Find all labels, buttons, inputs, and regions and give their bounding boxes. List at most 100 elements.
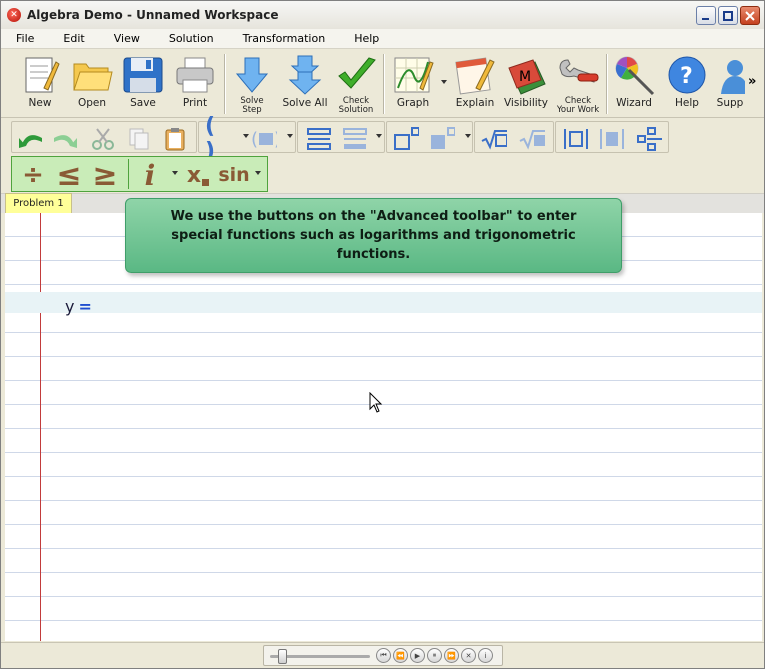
equation-lhs: y bbox=[65, 297, 75, 316]
undo-button[interactable] bbox=[18, 126, 44, 152]
fraction-dropdown-icon[interactable] bbox=[376, 134, 382, 138]
explain-notepad-icon bbox=[455, 57, 495, 95]
divide-button[interactable]: ÷ bbox=[20, 159, 46, 191]
skip-start-button[interactable]: ⏮ bbox=[376, 648, 391, 663]
paste-button[interactable] bbox=[162, 126, 188, 152]
graph-dropdown-icon[interactable] bbox=[441, 80, 447, 84]
margin-line bbox=[40, 213, 41, 641]
undo-icon bbox=[19, 135, 42, 148]
window-title: Algebra Demo - Unnamed Workspace bbox=[27, 8, 279, 22]
absolute-value-filled-button[interactable] bbox=[598, 126, 624, 152]
print-button[interactable]: Print bbox=[171, 53, 219, 115]
greater-equal-button[interactable]: ≥ bbox=[92, 157, 118, 193]
pause-button[interactable]: ⏸ bbox=[427, 648, 442, 663]
fraction-button[interactable] bbox=[306, 126, 332, 152]
info-playback-button[interactable]: i bbox=[478, 648, 493, 663]
menu-file[interactable]: File bbox=[1, 32, 48, 45]
subscript-power-button[interactable] bbox=[429, 126, 455, 152]
root-group bbox=[474, 121, 554, 153]
solve-all-button[interactable]: Solve All bbox=[281, 53, 329, 115]
tab-problem-1[interactable]: Problem 1 bbox=[5, 193, 72, 214]
graph-label: Graph bbox=[396, 97, 430, 109]
bracket-dropdown-icon[interactable] bbox=[287, 134, 293, 138]
wizard-wand-icon bbox=[615, 56, 655, 96]
menu-view[interactable]: View bbox=[99, 32, 154, 45]
playback-bar: ⏮ ⏪ ▶ ⏸ ⏩ ✕ i bbox=[1, 642, 764, 668]
save-button[interactable]: Save bbox=[119, 53, 167, 115]
advanced-toolbar-tooltip: We use the buttons on the "Advanced tool… bbox=[125, 198, 622, 273]
menu-solution[interactable]: Solution bbox=[154, 32, 228, 45]
maximize-button[interactable] bbox=[718, 6, 738, 25]
info-dropdown-icon[interactable] bbox=[172, 171, 178, 175]
save-label: Save bbox=[130, 97, 156, 109]
power-group bbox=[386, 121, 473, 153]
wizard-label: Wizard bbox=[616, 97, 652, 109]
solve-step-label: Solve Step bbox=[240, 96, 264, 115]
check-solution-label: Check Solution bbox=[338, 96, 374, 115]
bracket-box-button[interactable]: () bbox=[251, 126, 277, 152]
less-equal-button[interactable]: ≤ bbox=[56, 158, 82, 193]
notebook-paper[interactable]: y = bbox=[5, 213, 762, 641]
info-button[interactable]: i bbox=[138, 158, 162, 192]
parentheses-button[interactable]: ( ) bbox=[205, 114, 231, 164]
close-button[interactable] bbox=[740, 6, 760, 25]
rewind-button[interactable]: ⏪ bbox=[393, 648, 408, 663]
wizard-button[interactable]: Wizard bbox=[611, 53, 657, 115]
visibility-button[interactable]: M Visibility bbox=[503, 53, 549, 115]
subscript-icon: x bbox=[186, 162, 202, 188]
open-button[interactable]: Open bbox=[67, 53, 117, 115]
support-button[interactable]: Supp bbox=[713, 53, 747, 115]
greater-equal-icon: ≥ bbox=[92, 157, 118, 193]
scissors-icon bbox=[92, 128, 114, 150]
solve-all-label: Solve All bbox=[282, 97, 328, 109]
explain-button[interactable]: Explain bbox=[452, 53, 498, 115]
subscript-button[interactable]: x bbox=[184, 159, 212, 191]
play-button[interactable]: ▶ bbox=[410, 648, 425, 663]
sin-icon: sin bbox=[218, 164, 250, 186]
redo-button[interactable] bbox=[52, 126, 78, 152]
parentheses-dropdown-icon[interactable] bbox=[243, 134, 249, 138]
playback-controls: ⏮ ⏪ ▶ ⏸ ⏩ ✕ i bbox=[263, 645, 503, 666]
main-toolbar: New Open Save Print Solve Step Solve All… bbox=[1, 50, 764, 118]
menu-transformation[interactable]: Transformation bbox=[228, 32, 340, 45]
nth-root-button[interactable] bbox=[519, 126, 545, 152]
menu-help[interactable]: Help bbox=[339, 32, 393, 45]
info-icon: i bbox=[144, 158, 156, 192]
checkmark-icon bbox=[338, 57, 376, 89]
matrix-button[interactable] bbox=[636, 126, 662, 152]
power-icon bbox=[394, 127, 419, 150]
toolbar-overflow-icon[interactable]: » bbox=[748, 74, 756, 89]
stop-button[interactable]: ✕ bbox=[461, 648, 476, 663]
power-button[interactable] bbox=[393, 126, 419, 152]
sin-dropdown-icon[interactable] bbox=[255, 171, 261, 175]
app-logo-icon: ✕ bbox=[7, 8, 21, 22]
power-dropdown-icon[interactable] bbox=[465, 134, 471, 138]
rewind-icon: ⏪ bbox=[396, 651, 405, 660]
fast-forward-button[interactable]: ⏩ bbox=[444, 648, 459, 663]
minimize-button[interactable] bbox=[696, 6, 716, 25]
solve-step-button[interactable]: Solve Step bbox=[230, 53, 274, 115]
mixed-fraction-button[interactable] bbox=[342, 126, 368, 152]
sqrt-button[interactable] bbox=[481, 126, 507, 152]
check-solution-button[interactable]: Check Solution bbox=[333, 53, 379, 115]
skip-start-icon: ⏮ bbox=[380, 651, 387, 659]
help-button[interactable]: ? Help bbox=[664, 53, 710, 115]
absolute-value-button[interactable] bbox=[562, 126, 588, 152]
bracket-box-icon: () bbox=[251, 129, 277, 150]
sin-button[interactable]: sin bbox=[218, 159, 250, 191]
graph-button[interactable]: Graph bbox=[389, 53, 437, 115]
new-button[interactable]: New bbox=[17, 53, 63, 115]
equation-line[interactable]: y = bbox=[65, 297, 92, 316]
svg-text:M: M bbox=[519, 69, 531, 85]
advanced-toolbar: ÷ ≤ ≥ i x sin bbox=[11, 156, 268, 193]
cut-button[interactable] bbox=[90, 126, 116, 152]
support-person-icon bbox=[721, 60, 745, 94]
explain-label: Explain bbox=[455, 97, 495, 109]
menu-edit[interactable]: Edit bbox=[48, 32, 98, 45]
mixed-fraction-icon bbox=[343, 128, 367, 149]
play-icon: ▶ bbox=[414, 651, 421, 660]
check-your-work-button[interactable]: Check Your Work bbox=[553, 53, 603, 115]
playback-slider-thumb[interactable] bbox=[278, 649, 287, 664]
svg-text:?: ? bbox=[680, 64, 693, 89]
copy-button[interactable] bbox=[126, 126, 152, 152]
